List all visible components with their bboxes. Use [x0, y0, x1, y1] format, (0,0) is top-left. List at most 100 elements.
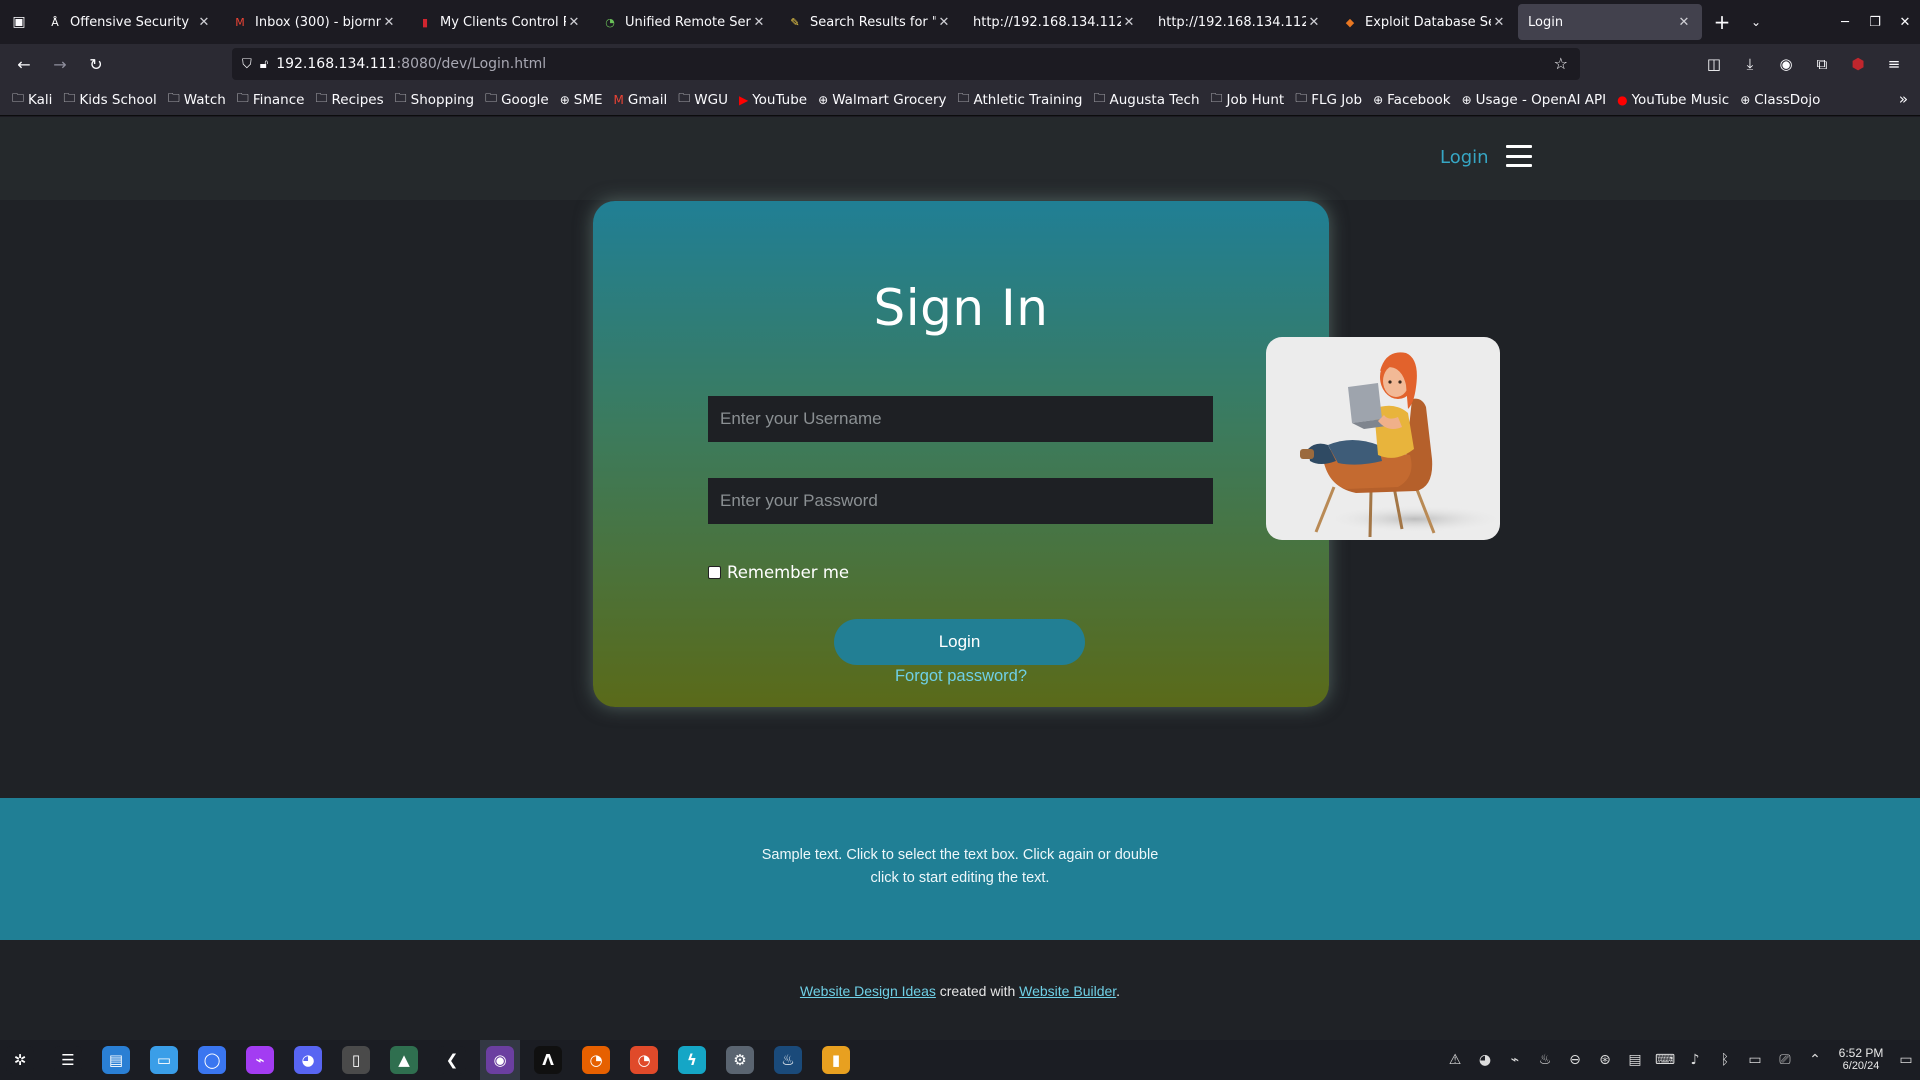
bookmark-item[interactable]: ⊕ Facebook	[1373, 92, 1451, 108]
website-design-ideas-link[interactable]: Website Design Ideas	[800, 983, 936, 999]
minimize-icon[interactable]: ─	[1830, 15, 1860, 30]
steam-tray-icon[interactable]: ♨	[1530, 1052, 1560, 1068]
notifications-icon[interactable]: ⚠	[1440, 1052, 1470, 1068]
bookmark-item[interactable]: ⊕ Usage - OpenAI API	[1462, 92, 1607, 108]
browser-tab[interactable]: http://192.168.134.112/✕	[1148, 4, 1332, 40]
bookmark-item[interactable]: 🗀︎ FLG Job	[1295, 89, 1362, 110]
app-menu-icon[interactable]: ≡	[1876, 55, 1912, 73]
website-builder-link[interactable]: Website Builder	[1019, 983, 1116, 999]
discord-icon[interactable]: ◕	[288, 1040, 328, 1080]
bookmark-item[interactable]: ▶ YouTube	[739, 92, 807, 108]
file-manager-icon[interactable]: ▭	[144, 1040, 184, 1080]
discord-tray-icon[interactable]: ◕	[1470, 1052, 1500, 1068]
account-icon[interactable]: ◉	[1768, 55, 1804, 73]
bookmark-item[interactable]: 🗀︎ WGU	[678, 89, 728, 110]
bookmark-item[interactable]: 🗀︎ Kids School	[63, 89, 156, 110]
bookmark-item[interactable]: ● YouTube Music	[1617, 92, 1729, 108]
vpn-icon[interactable]: ⊖	[1560, 1052, 1590, 1068]
sample-text[interactable]: Sample text. Click to select the text bo…	[750, 844, 1170, 890]
bookmark-item[interactable]: 🗀︎ Finance	[237, 89, 305, 110]
phone-link-icon[interactable]: ▯	[336, 1040, 376, 1080]
volume-icon[interactable]: ♪	[1680, 1052, 1710, 1068]
header-login-link[interactable]: Login	[1440, 147, 1489, 168]
bookmark-item[interactable]: ⊕ Walmart Grocery	[818, 92, 946, 108]
username-input[interactable]	[708, 396, 1213, 442]
tab-close-icon[interactable]: ✕	[936, 15, 952, 30]
firefox-icon[interactable]: ◔	[576, 1040, 616, 1080]
tab-close-icon[interactable]: ✕	[1121, 15, 1137, 30]
browser-tab[interactable]: http://192.168.134.112/✕	[963, 4, 1147, 40]
bookmark-item[interactable]: 🗀︎ Athletic Training	[958, 89, 1083, 110]
ublock-icon[interactable]: ⬢	[1840, 55, 1876, 73]
tab-list-icon[interactable]: ▣	[0, 0, 38, 44]
tab-close-icon[interactable]: ✕	[196, 15, 212, 30]
bookmark-item[interactable]: 🗀︎ Kali	[12, 89, 52, 110]
keyboard-icon[interactable]: ⌨	[1650, 1052, 1680, 1068]
bookmark-item[interactable]: 🗀︎ Shopping	[395, 89, 474, 110]
browser-tab[interactable]: ▮ My Clients Control P ✕	[408, 4, 592, 40]
bookmark-item[interactable]: ⊕ SME	[560, 92, 603, 108]
list-all-tabs-icon[interactable]: ⌄	[1741, 4, 1771, 40]
kde-menu-icon[interactable]: ✲	[0, 1040, 40, 1080]
bookmark-item[interactable]: 🗀︎ Job Hunt	[1211, 89, 1285, 110]
task-manager-icon[interactable]: ☰	[48, 1040, 88, 1080]
messenger-tray-icon[interactable]: ⌁	[1500, 1052, 1530, 1068]
messenger-icon[interactable]: ⌁	[240, 1040, 280, 1080]
tab-close-icon[interactable]: ✕	[751, 15, 767, 30]
bluetooth-icon[interactable]: ᛒ	[1710, 1052, 1740, 1068]
settings-icon[interactable]: ⚙	[720, 1040, 760, 1080]
system-monitor-icon[interactable]: ▲	[384, 1040, 424, 1080]
back-icon[interactable]: ←	[6, 48, 42, 80]
display-icon[interactable]: ▭	[1740, 1052, 1770, 1068]
tracking-protection-icon[interactable]: ⛉	[242, 57, 252, 72]
login-button[interactable]: Login	[834, 619, 1085, 665]
firefox-dev-icon[interactable]: ◔	[624, 1040, 664, 1080]
tab-close-icon[interactable]: ✕	[566, 15, 582, 30]
signal-icon[interactable]: ◯	[192, 1040, 232, 1080]
browser-tab[interactable]: ◆ Exploit Database Se ✕	[1333, 4, 1517, 40]
power-icon[interactable]: ϟ	[672, 1040, 712, 1080]
bookmarks-overflow-icon[interactable]: »	[1899, 90, 1908, 108]
bookmark-item[interactable]: ⊕ ClassDojo	[1740, 92, 1820, 108]
tab-close-icon[interactable]: ✕	[1676, 15, 1692, 30]
store-icon[interactable]: ▤	[96, 1040, 136, 1080]
tab-close-icon[interactable]: ✕	[1491, 15, 1507, 30]
close-window-icon[interactable]: ✕	[1890, 15, 1920, 30]
remember-me[interactable]: Remember me	[708, 563, 849, 582]
remember-me-checkbox[interactable]	[708, 566, 721, 579]
expand-tray-icon[interactable]: ⌃	[1800, 1052, 1830, 1068]
downloads-icon[interactable]: ⤓	[1732, 55, 1768, 73]
insecure-lock-icon[interactable]: 🔓︎	[260, 57, 268, 72]
browser-tab[interactable]: ✎ Search Results for " ✕	[778, 4, 962, 40]
forward-icon[interactable]: →	[42, 48, 78, 80]
hamburger-menu-icon[interactable]	[1506, 145, 1532, 167]
clock[interactable]: 6:52 PM 6/20/24	[1830, 1047, 1892, 1073]
bookmark-star-icon[interactable]: ☆	[1554, 54, 1568, 73]
notes-icon[interactable]: ▮	[816, 1040, 856, 1080]
bookmark-item[interactable]: 🗀︎ Recipes	[315, 89, 383, 110]
show-desktop-icon[interactable]: ▭	[1892, 1052, 1920, 1068]
network-icon[interactable]: ⎚	[1770, 1052, 1800, 1068]
bookmark-item[interactable]: 🗀︎ Augusta Tech	[1093, 89, 1199, 110]
bookmark-item[interactable]: 🗀︎ Watch	[168, 89, 226, 110]
new-tab-button[interactable]: +	[1703, 4, 1741, 40]
browser-tab[interactable]: M Inbox (300) - bjornm ✕	[223, 4, 407, 40]
url-bar[interactable]: ⛉ 🔓︎ 192.168.134.111:8080/dev/Login.html…	[232, 48, 1580, 80]
tab-close-icon[interactable]: ✕	[381, 15, 397, 30]
browser-tab[interactable]: Login ✕	[1518, 4, 1702, 40]
browser-tab[interactable]: Å Offensive Security ✕	[38, 4, 222, 40]
forgot-password-link[interactable]: Forgot password?	[593, 667, 1329, 686]
arch-icon[interactable]: Λ	[528, 1040, 568, 1080]
password-input[interactable]	[708, 478, 1213, 524]
tor-browser-icon[interactable]: ◉	[480, 1040, 520, 1080]
clipboard-icon[interactable]: ▤	[1620, 1052, 1650, 1068]
restore-icon[interactable]: ❐	[1860, 15, 1890, 30]
bookmark-item[interactable]: 🗀︎ Google	[485, 89, 549, 110]
bookmark-item[interactable]: M Gmail	[614, 92, 668, 108]
vscode-icon[interactable]: ❮	[432, 1040, 472, 1080]
tab-close-icon[interactable]: ✕	[1306, 15, 1322, 30]
reload-icon[interactable]: ↻	[78, 48, 114, 80]
steam-icon[interactable]: ♨	[768, 1040, 808, 1080]
extensions-icon[interactable]: ⧉	[1804, 55, 1840, 73]
update-icon[interactable]: ⊛	[1590, 1052, 1620, 1068]
